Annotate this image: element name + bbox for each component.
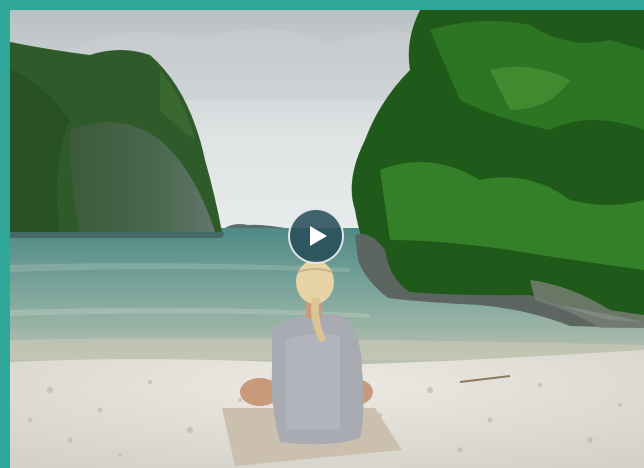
video-frame xyxy=(0,0,644,468)
video-player[interactable] xyxy=(10,10,644,468)
play-icon xyxy=(310,226,327,246)
play-button[interactable] xyxy=(288,208,344,264)
